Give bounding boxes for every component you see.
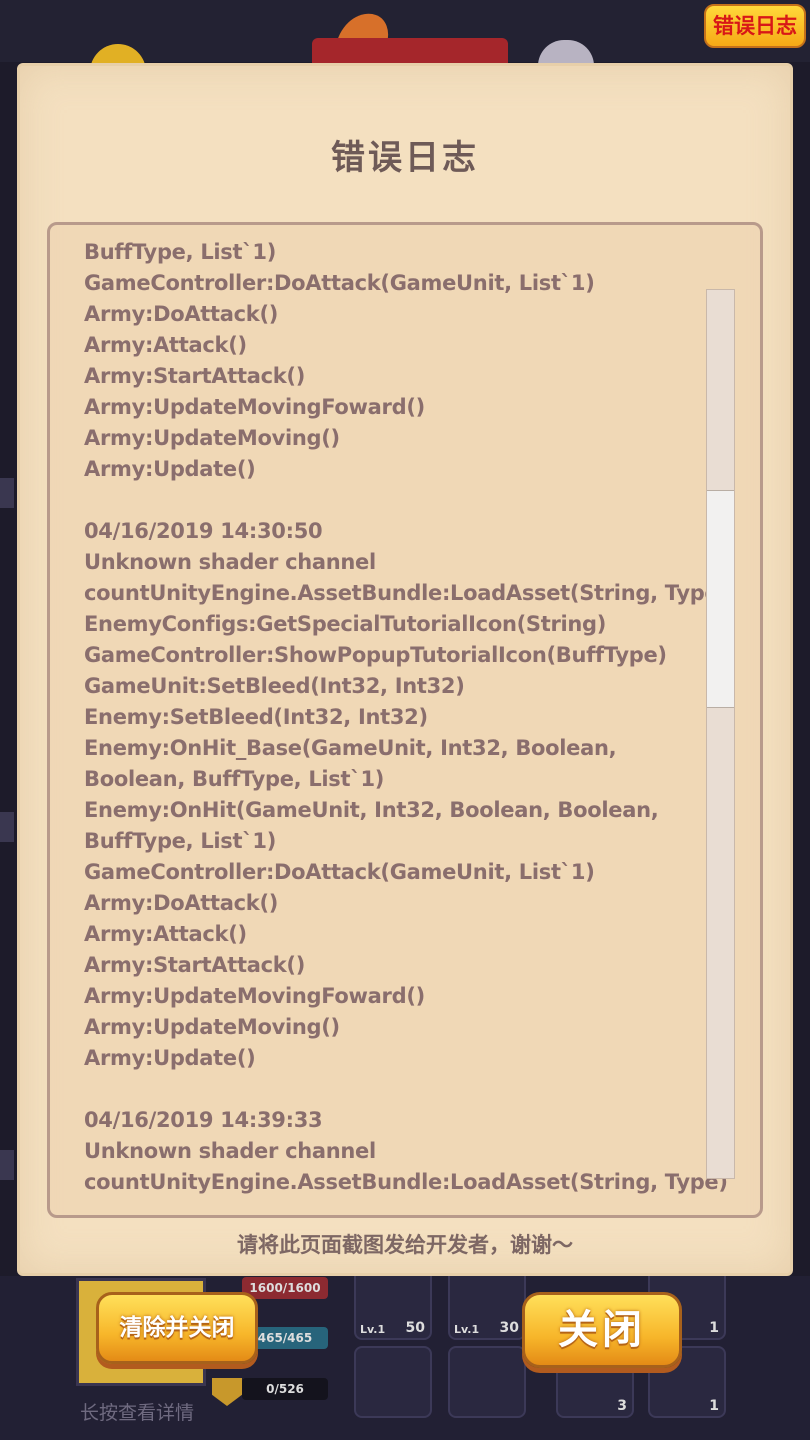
log-line: Army:StartAttack(): [84, 364, 306, 388]
log-line: Enemy:OnHit_Base(GameUnit, Int32, Boolea…: [84, 736, 617, 760]
dialog-title: 错误日志: [331, 138, 479, 178]
log-line: EnemyConfigs:GetSpecialTutorialIcon(Stri…: [84, 612, 607, 636]
hp-bar: 1600/1600: [242, 1277, 328, 1299]
log-line: countUnityEngine.AssetBundle:LoadAsset(S…: [84, 1170, 728, 1194]
slot-count: 30: [499, 1320, 519, 1336]
side-tab: [0, 1150, 14, 1180]
long-press-hint: 长按查看详情: [80, 1402, 195, 1424]
log-line: Army:Update(): [84, 1046, 256, 1070]
empty-slot[interactable]: [448, 1346, 526, 1418]
log-line: BuffType, List`1): [84, 240, 277, 264]
log-line: BuffType, List`1): [84, 829, 277, 853]
log-line: Enemy:OnHit(GameUnit, Int32, Boolean, Bo…: [84, 798, 659, 822]
log-line: Army:DoAttack(): [84, 302, 279, 326]
skill-slot[interactable]: Lv.1 50: [354, 1268, 432, 1340]
side-tab: [0, 478, 14, 508]
log-line: GameController:DoAttack(GameUnit, List`1…: [84, 860, 595, 884]
log-line: Unknown shader channel: [84, 1139, 376, 1163]
log-line: GameController:DoAttack(GameUnit, List`1…: [84, 271, 595, 295]
log-line: Unknown shader channel: [84, 550, 376, 574]
log-line: 04/16/2019 14:39:33: [84, 1108, 323, 1132]
log-line: Army:UpdateMovingFoward(): [84, 984, 425, 1008]
slot-count: 3: [617, 1398, 627, 1414]
error-log-text: BuffType, List`1) GameController:DoAttack…: [84, 237, 728, 1198]
log-line: Army:Update(): [84, 457, 256, 481]
log-line: Army:UpdateMoving(): [84, 426, 340, 450]
slot-level: Lv.1: [360, 1323, 386, 1336]
log-line: Army:UpdateMovingFoward(): [84, 395, 425, 419]
log-line: Army:Attack(): [84, 333, 247, 357]
scrollbar[interactable]: [706, 289, 735, 1179]
screenshot-instruction: 请将此页面截图发给开发者，谢谢～: [237, 1233, 573, 1257]
error-log-scroll-area[interactable]: BuffType, List`1) GameController:DoAttack…: [47, 222, 763, 1218]
log-line: Army:DoAttack(): [84, 891, 279, 915]
log-line: Army:StartAttack(): [84, 953, 306, 977]
skill-slot[interactable]: Lv.1 30: [448, 1268, 526, 1340]
log-line: Boolean, BuffType, List`1): [84, 767, 385, 791]
log-line: 04/16/2019 14:30:50: [84, 519, 323, 543]
log-line: Enemy:SetBleed(Int32, Int32): [84, 705, 428, 729]
empty-slot[interactable]: [354, 1346, 432, 1418]
log-line: countUnityEngine.AssetBundle:LoadAsset(S…: [84, 581, 728, 605]
log-line: Army:Attack(): [84, 922, 247, 946]
slot-level: Lv.1: [454, 1323, 480, 1336]
close-button[interactable]: 关闭: [522, 1292, 682, 1368]
clear-and-close-button[interactable]: 清除并关闭: [96, 1292, 258, 1364]
log-line: GameUnit:SetBleed(Int32, Int32): [84, 674, 465, 698]
side-tab: [0, 812, 14, 842]
log-line: GameController:ShowPopupTutorialIcon(Buf…: [84, 643, 667, 667]
slot-count: 50: [405, 1320, 425, 1336]
scrollbar-thumb[interactable]: [707, 490, 734, 708]
slot-count: 1: [709, 1320, 719, 1336]
xp-bar: 0/526: [242, 1378, 328, 1400]
log-line: Army:UpdateMoving(): [84, 1015, 340, 1039]
slot-count: 1: [709, 1398, 719, 1414]
error-log-button[interactable]: 错误日志: [704, 4, 806, 48]
